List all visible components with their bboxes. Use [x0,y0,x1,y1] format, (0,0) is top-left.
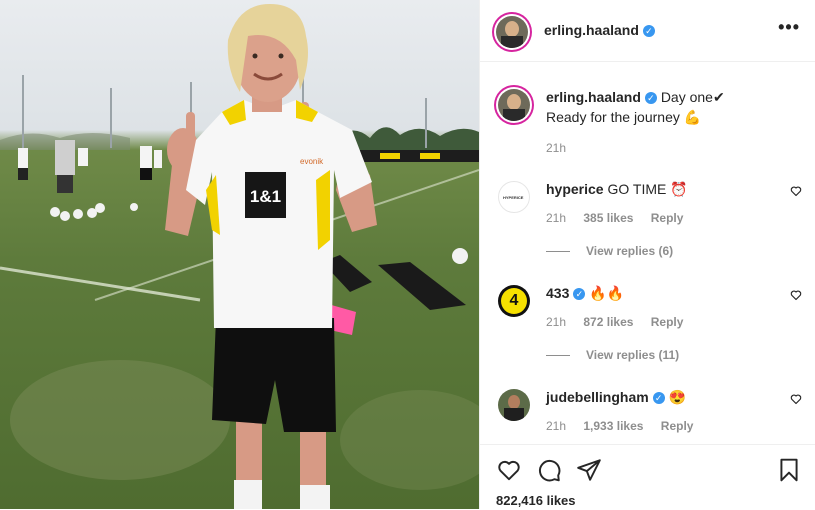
comment-icon[interactable] [536,457,562,483]
post-header: erling.haaland ✓ ••• [480,0,815,62]
caption-timestamp: 21h [546,141,567,155]
comment-item: HYPERICE hyperice GO TIME ⏰ 21h 385 like… [496,179,802,269]
verified-icon: ✓ [573,288,586,300]
comment-text: 😍 [668,389,687,405]
caption-line2: Ready for the journey 💪 [546,109,702,125]
comment-username[interactable]: 433 [546,285,569,301]
comment-text: 🔥🔥 [589,285,625,301]
caption-text: erling.haaland ✓ Day one✔ Ready for the j… [546,87,766,127]
reply-button[interactable]: Reply [651,315,684,329]
comment-item: judebellingham ✓ 😍 21h 1,933 likes Reply [496,387,802,437]
post-caption: erling.haaland ✓ Day one✔ Ready for the j… [496,87,802,167]
comment-username[interactable]: hyperice [546,181,604,197]
caption-line1: Day one✔ [660,89,725,105]
comment-meta: 21h 385 likes Reply [546,211,697,225]
verified-icon: ✓ [642,25,655,37]
bookmark-icon[interactable] [776,457,802,483]
comment-age: 21h [546,315,567,329]
comment-username[interactable]: judebellingham [546,389,649,405]
likes-count[interactable]: 822,416 likes [496,493,576,508]
heart-icon[interactable] [790,289,802,301]
view-replies-button[interactable]: View replies (6) [546,244,673,258]
comment-avatar-hyperice[interactable]: HYPERICE [498,181,530,213]
comment-meta: 21h 1,933 likes Reply [546,419,707,433]
instagram-post-view: 1&1 evonik erling.haaland ✓ ••• erling.h… [0,0,815,509]
comment-avatar-433[interactable]: 4 [498,285,530,317]
shirt-brand: evonik [300,157,324,166]
author-username[interactable]: erling.haaland [544,22,639,38]
comment-avatar-judebellingham[interactable] [498,389,530,421]
comment-likes[interactable]: 872 likes [583,315,633,329]
post-photo[interactable]: 1&1 evonik [0,0,479,509]
reply-button[interactable]: Reply [661,419,694,433]
caption-username[interactable]: erling.haaland [546,89,641,105]
share-icon[interactable] [576,457,602,483]
training-photo-illustration: 1&1 evonik [0,4,479,509]
heart-icon[interactable] [496,457,522,483]
caption-author-avatar[interactable] [498,89,530,121]
comment-likes[interactable]: 385 likes [583,211,633,225]
heart-icon[interactable] [790,393,802,405]
reply-button[interactable]: Reply [651,211,684,225]
author-avatar[interactable] [496,16,528,48]
verified-icon: ✓ [644,92,657,104]
verified-icon: ✓ [652,392,665,404]
comment-age: 21h [546,419,567,433]
post-sidebar: erling.haaland ✓ ••• erling.haaland ✓ Day … [479,0,815,509]
comment-age: 21h [546,211,567,225]
divider [546,355,570,356]
more-options-icon[interactable]: ••• [778,18,800,36]
comment-meta: 21h 872 likes Reply [546,315,697,329]
divider [546,251,570,252]
comment-likes[interactable]: 1,933 likes [583,419,643,433]
view-replies-button[interactable]: View replies (11) [546,348,679,362]
heart-icon[interactable] [790,185,802,197]
post-actions: 822,416 likes [480,444,815,510]
comment-item: 4 433 ✓ 🔥🔥 21h 872 likes Reply View repli… [496,283,802,373]
comment-text: GO TIME ⏰ [607,181,688,197]
shirt-sponsor: 1&1 [250,187,281,206]
